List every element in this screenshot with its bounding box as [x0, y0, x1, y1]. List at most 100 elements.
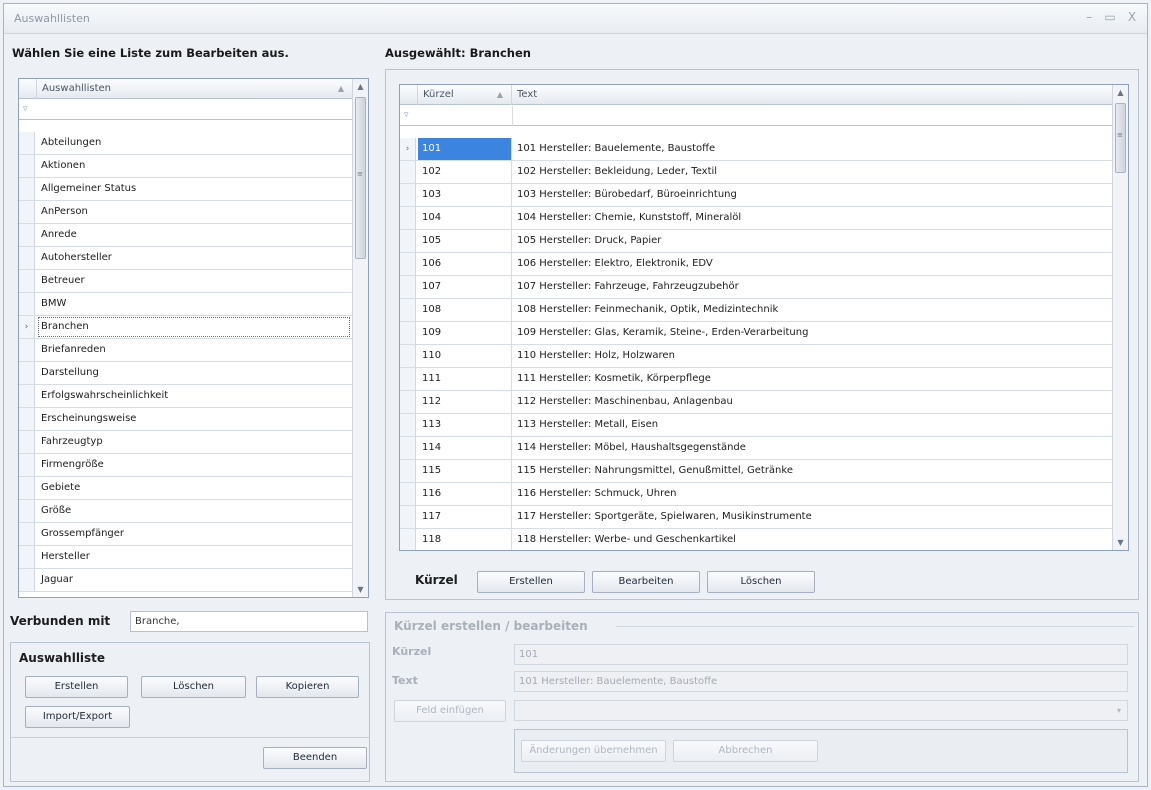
- row-indicator[interactable]: [400, 299, 416, 321]
- list-item[interactable]: Abteilungen: [19, 132, 353, 155]
- row-indicator[interactable]: [19, 270, 35, 292]
- list-item[interactable]: Erfolgswahrscheinlichkeit: [19, 385, 353, 408]
- list-item[interactable]: Anrede: [19, 224, 353, 247]
- row-indicator[interactable]: [19, 431, 35, 453]
- scroll-up-icon[interactable]: ▲: [1113, 88, 1128, 97]
- close-icon[interactable]: X: [1124, 10, 1140, 24]
- row-indicator[interactable]: [19, 500, 35, 522]
- apply-changes-button[interactable]: Änderungen übernehmen: [521, 740, 666, 762]
- scroll-thumb[interactable]: ≡: [355, 97, 366, 259]
- codes-grid[interactable]: Kürzel ▲ Text ▿ › 101 101 Hersteller: Baue…: [399, 84, 1129, 551]
- row-indicator[interactable]: [400, 207, 416, 229]
- column-header-code[interactable]: Kürzel ▲: [418, 85, 512, 105]
- row-indicator[interactable]: [19, 523, 35, 545]
- row-indicator[interactable]: [19, 362, 35, 384]
- table-row[interactable]: 111 111 Hersteller: Kosmetik, Körperpfleg…: [400, 368, 1113, 391]
- row-indicator[interactable]: [19, 385, 35, 407]
- row-indicator[interactable]: [19, 408, 35, 430]
- table-row[interactable]: 103 103 Hersteller: Bürobedarf, Büroeinri…: [400, 184, 1113, 207]
- row-indicator[interactable]: [19, 546, 35, 568]
- row-indicator[interactable]: [19, 454, 35, 476]
- row-indicator[interactable]: [400, 161, 416, 183]
- delete-list-button[interactable]: Löschen: [141, 676, 246, 698]
- cancel-button[interactable]: Abbrechen: [673, 740, 818, 762]
- table-row[interactable]: 110 110 Hersteller: Holz, Holzwaren: [400, 345, 1113, 368]
- lists-grid[interactable]: Auswahllisten ▲ ▿ Abteilungen Aktionen All…: [18, 78, 369, 598]
- row-indicator[interactable]: [19, 477, 35, 499]
- row-indicator[interactable]: [400, 368, 416, 390]
- table-row[interactable]: 117 117 Hersteller: Sportgeräte, Spielwar…: [400, 506, 1113, 529]
- list-item[interactable]: › Branchen: [19, 316, 353, 339]
- table-row[interactable]: 106 106 Hersteller: Elektro, Elektronik, …: [400, 253, 1113, 276]
- maximize-icon[interactable]: ▭: [1102, 10, 1118, 24]
- row-indicator[interactable]: ›: [400, 138, 416, 160]
- table-row[interactable]: 109 109 Hersteller: Glas, Keramik, Steine…: [400, 322, 1113, 345]
- row-indicator[interactable]: [19, 569, 35, 591]
- row-indicator[interactable]: [400, 345, 416, 367]
- edit-code-button[interactable]: Bearbeiten: [592, 571, 700, 593]
- codes-scrollbar[interactable]: ▲ ≡ ▼: [1112, 85, 1128, 550]
- row-indicator[interactable]: [400, 253, 416, 275]
- list-item[interactable]: Fahrzeugtyp: [19, 431, 353, 454]
- row-indicator[interactable]: [19, 132, 35, 154]
- lists-filter-row[interactable]: ▿: [19, 100, 353, 120]
- scroll-up-icon[interactable]: ▲: [353, 82, 368, 91]
- scroll-down-icon[interactable]: ▼: [1113, 538, 1128, 547]
- code-input[interactable]: 101: [514, 644, 1128, 665]
- close-button[interactable]: Beenden: [263, 747, 367, 769]
- list-item[interactable]: Jaguar: [19, 569, 353, 592]
- row-indicator[interactable]: [400, 184, 416, 206]
- copy-list-button[interactable]: Kopieren: [256, 676, 359, 698]
- row-indicator[interactable]: [19, 247, 35, 269]
- table-row[interactable]: 107 107 Hersteller: Fahrzeuge, Fahrzeugzu…: [400, 276, 1113, 299]
- table-row[interactable]: 113 113 Hersteller: Metall, Eisen: [400, 414, 1113, 437]
- list-item[interactable]: Gebiete: [19, 477, 353, 500]
- row-indicator[interactable]: [400, 460, 416, 482]
- list-item[interactable]: Aktionen: [19, 155, 353, 178]
- table-row[interactable]: 116 116 Hersteller: Schmuck, Uhren: [400, 483, 1113, 506]
- row-indicator[interactable]: [19, 155, 35, 177]
- minimize-icon[interactable]: –: [1081, 10, 1097, 24]
- row-indicator[interactable]: [19, 201, 35, 223]
- table-row[interactable]: 108 108 Hersteller: Feinmechanik, Optik, …: [400, 299, 1113, 322]
- table-row[interactable]: 115 115 Hersteller: Nahrungsmittel, Genuß…: [400, 460, 1113, 483]
- list-item[interactable]: Größe: [19, 500, 353, 523]
- table-row[interactable]: 114 114 Hersteller: Möbel, Haushaltsgegen…: [400, 437, 1113, 460]
- list-item[interactable]: Erscheinungsweise: [19, 408, 353, 431]
- row-indicator[interactable]: [19, 339, 35, 361]
- list-item[interactable]: Darstellung: [19, 362, 353, 385]
- list-item[interactable]: Grossempfänger: [19, 523, 353, 546]
- connected-field[interactable]: Branche,: [130, 611, 368, 632]
- table-row[interactable]: 104 104 Hersteller: Chemie, Kunststoff, M…: [400, 207, 1113, 230]
- text-input[interactable]: 101 Hersteller: Bauelemente, Baustoffe: [514, 671, 1128, 692]
- row-indicator[interactable]: [400, 322, 416, 344]
- codes-filter-row[interactable]: ▿: [400, 106, 1113, 126]
- row-indicator[interactable]: [400, 391, 416, 413]
- table-row[interactable]: 102 102 Hersteller: Bekleidung, Leder, Te…: [400, 161, 1113, 184]
- list-item[interactable]: BMW: [19, 293, 353, 316]
- import-export-button[interactable]: Import/Export: [25, 706, 130, 728]
- column-header-lists[interactable]: Auswahllisten ▲: [37, 79, 353, 99]
- list-item[interactable]: Hersteller: [19, 546, 353, 569]
- table-row[interactable]: 105 105 Hersteller: Druck, Papier: [400, 230, 1113, 253]
- table-row[interactable]: 112 112 Hersteller: Maschinenbau, Anlagen…: [400, 391, 1113, 414]
- column-header-text[interactable]: Text: [512, 85, 1113, 105]
- row-indicator[interactable]: [19, 224, 35, 246]
- list-item[interactable]: Allgemeiner Status: [19, 178, 353, 201]
- row-indicator[interactable]: [400, 529, 416, 550]
- row-indicator[interactable]: ›: [19, 316, 35, 338]
- insert-field-button[interactable]: Feld einfügen: [394, 700, 506, 722]
- row-indicator[interactable]: [19, 293, 35, 315]
- list-item[interactable]: Briefanreden: [19, 339, 353, 362]
- row-indicator[interactable]: [400, 437, 416, 459]
- list-item[interactable]: Autohersteller: [19, 247, 353, 270]
- row-indicator[interactable]: [400, 414, 416, 436]
- create-code-button[interactable]: Erstellen: [477, 571, 585, 593]
- scroll-thumb[interactable]: ≡: [1115, 103, 1126, 173]
- row-indicator[interactable]: [400, 230, 416, 252]
- delete-code-button[interactable]: Löschen: [707, 571, 815, 593]
- lists-scrollbar[interactable]: ▲ ≡ ▼: [352, 79, 368, 597]
- row-indicator[interactable]: [400, 506, 416, 528]
- create-list-button[interactable]: Erstellen: [25, 676, 128, 698]
- insert-field-select[interactable]: ▾: [514, 700, 1128, 721]
